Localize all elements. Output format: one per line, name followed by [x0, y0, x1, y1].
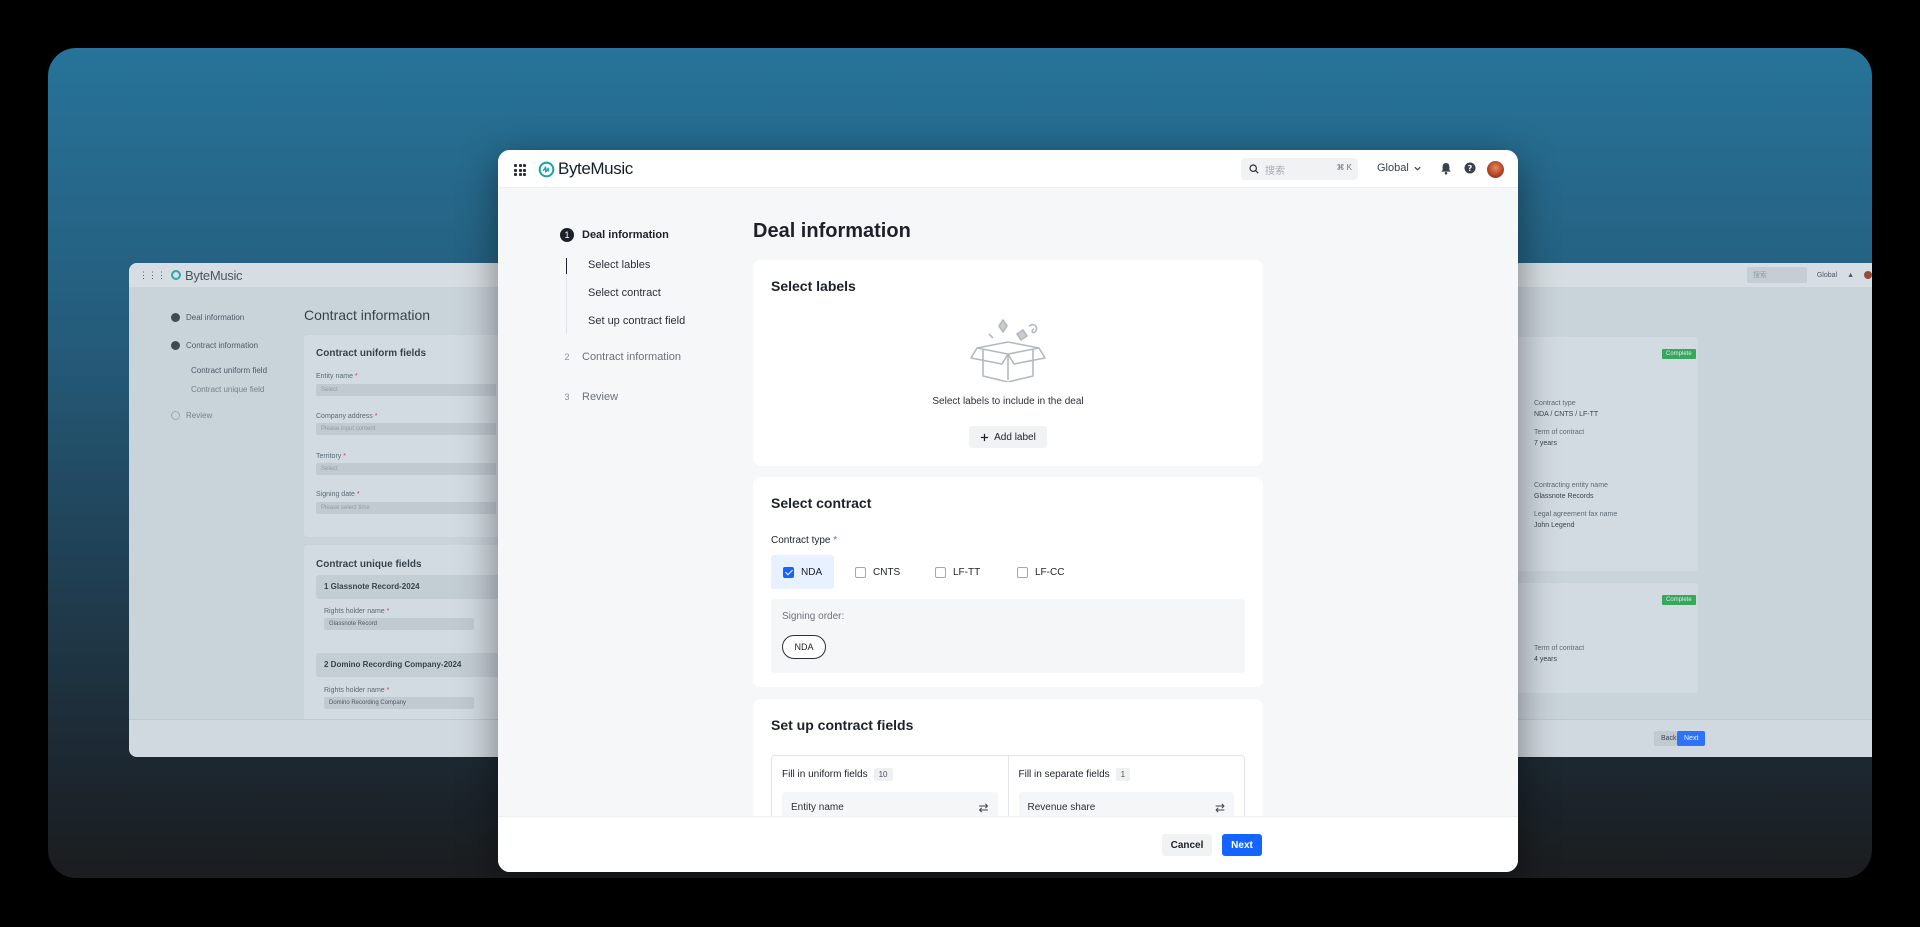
checkbox-icon [935, 566, 946, 578]
swap-icon[interactable]: ⇄ [1215, 801, 1225, 815]
search-placeholder: 搜索 [1265, 165, 1285, 177]
count-badge: 1 [1115, 768, 1131, 781]
contract-option-nda[interactable]: NDA [771, 555, 835, 589]
fields-columns: Fill in uniform fields 10 Entity name ⇄ … [771, 755, 1245, 825]
step-contract-information[interactable]: 2 Contract information [560, 350, 681, 364]
step-label: Contract information [582, 351, 682, 363]
substep-select-labels[interactable]: Select lables [588, 259, 650, 271]
step-label: Deal information [582, 229, 669, 241]
card-title: Select labels [771, 278, 856, 294]
select-labels-card: Select labels Select labels to include i… [753, 260, 1263, 466]
substep-select-contract[interactable]: Select contract [588, 287, 661, 299]
uniform-fields-column: Fill in uniform fields 10 Entity name ⇄ [772, 756, 1008, 824]
swap-icon[interactable]: ⇄ [978, 801, 988, 815]
signing-order-item[interactable]: NDA [782, 635, 826, 659]
option-label: CNTS [873, 566, 901, 578]
uniform-fields-header: Fill in uniform fields 10 [782, 768, 893, 781]
main-window: ByteMusic 搜索 ⌘ K Global ? 1 Deal informa… [498, 150, 1518, 872]
add-label-button[interactable]: Add label [969, 426, 1047, 448]
search-shortcut: ⌘ K [1336, 163, 1352, 172]
help-icon[interactable]: ? [1464, 162, 1476, 174]
add-label-text: Add label [994, 431, 1036, 443]
signing-order-label: Signing order: [782, 611, 845, 622]
next-button[interactable]: Next [1222, 834, 1262, 856]
contract-type-label: Contract type * [771, 535, 838, 546]
plus-icon [981, 433, 989, 441]
backdrop: ⋮⋮⋮ ByteMusic Deal information Contract … [48, 48, 1872, 878]
search-icon [1249, 164, 1259, 174]
step-label: Review [582, 391, 619, 403]
separate-fields-header: Fill in separate fields 1 [1019, 768, 1131, 781]
cancel-button[interactable]: Cancel [1162, 834, 1212, 856]
checkbox-checked-icon [783, 566, 794, 578]
checkbox-icon [855, 566, 866, 578]
empty-box-icon [970, 319, 1046, 382]
top-bar: ByteMusic 搜索 ⌘ K Global ? [498, 150, 1518, 188]
page-title: Deal information [753, 220, 911, 242]
option-label: LF-TT [953, 566, 981, 578]
step-number: 1 [560, 228, 574, 242]
svg-text:?: ? [1468, 164, 1473, 173]
substep-line [566, 274, 567, 334]
step-deal-information[interactable]: 1 Deal information [560, 228, 669, 242]
contract-option-lf-tt[interactable]: LF-TT [923, 555, 992, 589]
substep-active-indicator [566, 258, 567, 274]
step-review[interactable]: 3 Review [560, 390, 618, 404]
chevron-down-icon [1414, 166, 1421, 171]
select-contract-card: Select contract Contract type * NDA CNTS… [753, 477, 1263, 687]
bytemusic-logo-icon [538, 161, 555, 178]
card-title: Set up contract fields [771, 717, 914, 733]
count-badge: 10 [873, 768, 893, 781]
separate-fields-column: Fill in separate fields 1 Revenue share … [1007, 756, 1245, 824]
footer-bar: Cancel Next [498, 816, 1518, 872]
checkbox-icon [1017, 566, 1028, 578]
app-name: ByteMusic [558, 159, 633, 178]
contract-option-lf-cc[interactable]: LF-CC [1005, 555, 1076, 589]
required-mark: * [833, 535, 838, 546]
step-number: 3 [564, 392, 570, 402]
contract-option-cnts[interactable]: CNTS [843, 555, 912, 589]
option-label: LF-CC [1035, 566, 1065, 578]
signing-order-box: Signing order: NDA [771, 599, 1245, 673]
empty-state-text: Select labels to include in the deal [932, 396, 1084, 407]
card-title: Select contract [771, 495, 872, 511]
region-select[interactable]: Global [1377, 162, 1422, 174]
search-input[interactable]: 搜索 ⌘ K [1241, 158, 1358, 180]
option-label: NDA [801, 566, 823, 578]
substep-setup-contract-field[interactable]: Set up contract field [588, 315, 685, 327]
region-label: Global [1377, 162, 1409, 174]
bell-icon[interactable] [1440, 162, 1452, 175]
step-number: 2 [564, 352, 570, 362]
contract-fields-card: Set up contract fields Fill in uniform f… [753, 699, 1263, 829]
user-avatar[interactable] [1487, 161, 1504, 178]
apps-grid-icon[interactable] [514, 164, 526, 176]
